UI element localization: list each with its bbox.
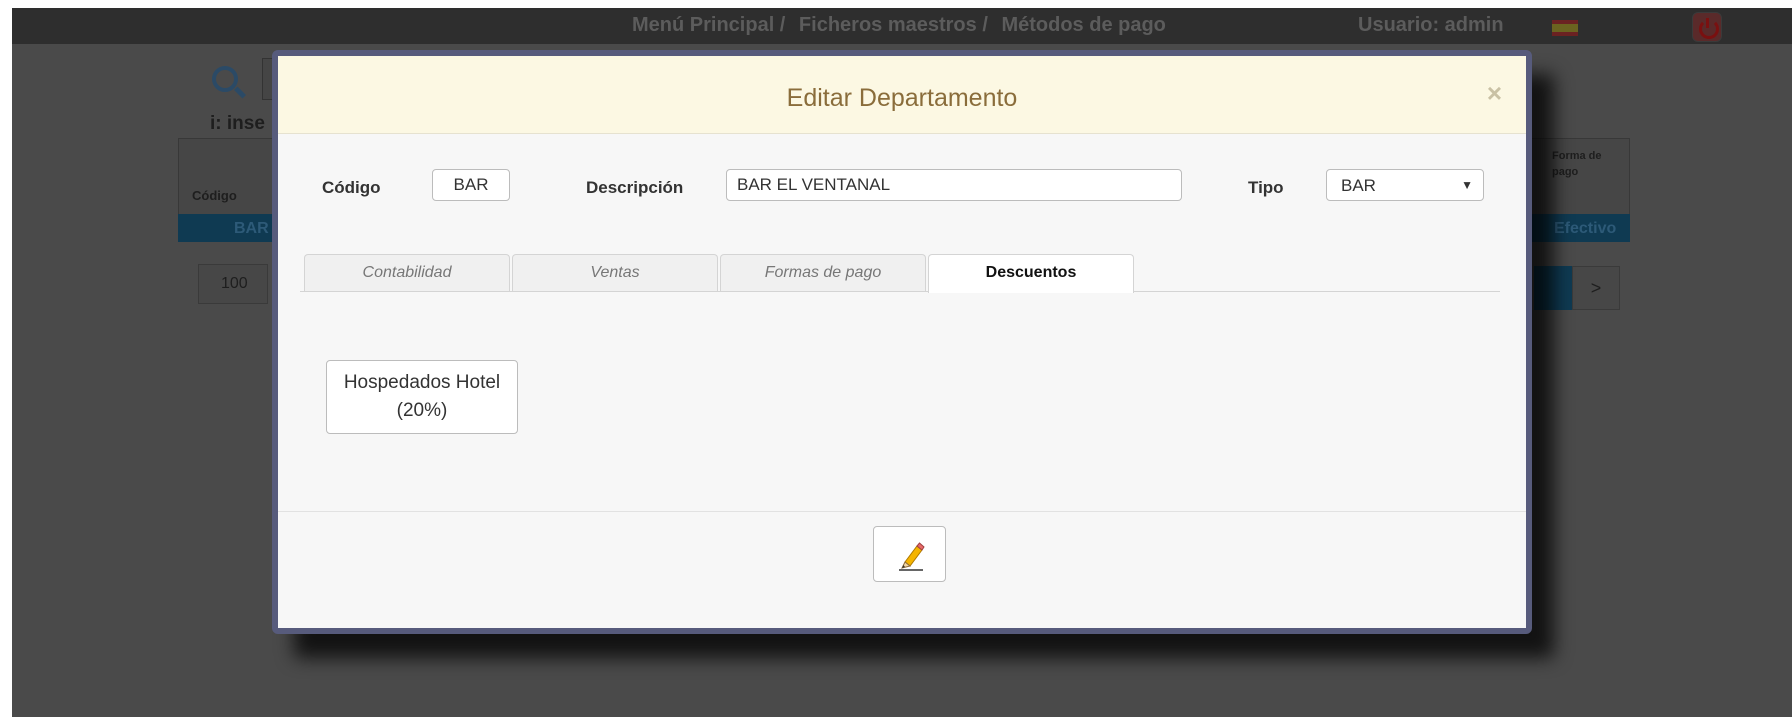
pager-next-button[interactable]: >	[1572, 266, 1620, 310]
pencil-icon	[899, 542, 925, 571]
tab-ventas[interactable]: Ventas	[512, 254, 718, 291]
insert-hint: i: inse	[210, 113, 265, 134]
edit-department-modal: Editar Departamento × Código Descripción…	[272, 50, 1532, 634]
descripcion-input[interactable]	[726, 169, 1182, 201]
pager-current-page[interactable]	[1534, 266, 1572, 310]
codigo-input[interactable]	[432, 169, 510, 201]
codigo-label: Código	[322, 178, 381, 197]
discount-percent: (20%)	[396, 400, 448, 421]
breadcrumb-item-menu[interactable]: Menú Principal /	[632, 14, 785, 36]
breadcrumb-item-metodos[interactable]: Métodos de pago	[1001, 14, 1165, 36]
power-icon[interactable]	[1692, 12, 1722, 42]
discount-item-hospedados-hotel[interactable]: Hospedados Hotel (20%)	[326, 360, 518, 434]
page-size-select[interactable]: 100	[198, 264, 268, 304]
footer-divider	[278, 511, 1526, 512]
column-header-forma-pago[interactable]: Forma de pago	[1552, 148, 1612, 180]
tipo-select-value: BAR	[1341, 176, 1376, 195]
table-cell-payment: Efectivo	[1554, 220, 1617, 237]
table-cell-code: BAR	[234, 220, 269, 237]
user-label: Usuario: admin	[1358, 14, 1504, 36]
top-navbar: Menú Principal / Ficheros maestros / Mét…	[12, 8, 1792, 44]
tab-contabilidad[interactable]: Contabilidad	[304, 254, 510, 291]
breadcrumb-item-ficheros[interactable]: Ficheros maestros /	[799, 14, 988, 36]
flag-es-icon[interactable]	[1552, 20, 1578, 36]
tipo-select[interactable]: BAR ▼	[1326, 169, 1484, 201]
tab-descuentos[interactable]: Descuentos	[928, 254, 1134, 293]
discount-name: Hospedados Hotel	[343, 372, 501, 393]
descripcion-label: Descripción	[586, 178, 684, 197]
tab-formas-de-pago[interactable]: Formas de pago	[720, 254, 926, 291]
close-button[interactable]: ×	[1487, 78, 1502, 109]
tipo-label: Tipo	[1248, 178, 1284, 197]
chevron-down-icon: ▼	[1461, 178, 1473, 192]
search-icon[interactable]	[212, 66, 238, 92]
breadcrumb: Menú Principal / Ficheros maestros / Mét…	[632, 14, 1174, 37]
modal-header: Editar Departamento ×	[278, 56, 1526, 134]
column-header-codigo[interactable]: Código	[192, 188, 237, 203]
modal-title: Editar Departamento	[786, 84, 1018, 112]
edit-button[interactable]	[873, 526, 946, 582]
tab-bar: Contabilidad Ventas Formas de pago Descu…	[300, 254, 1500, 293]
